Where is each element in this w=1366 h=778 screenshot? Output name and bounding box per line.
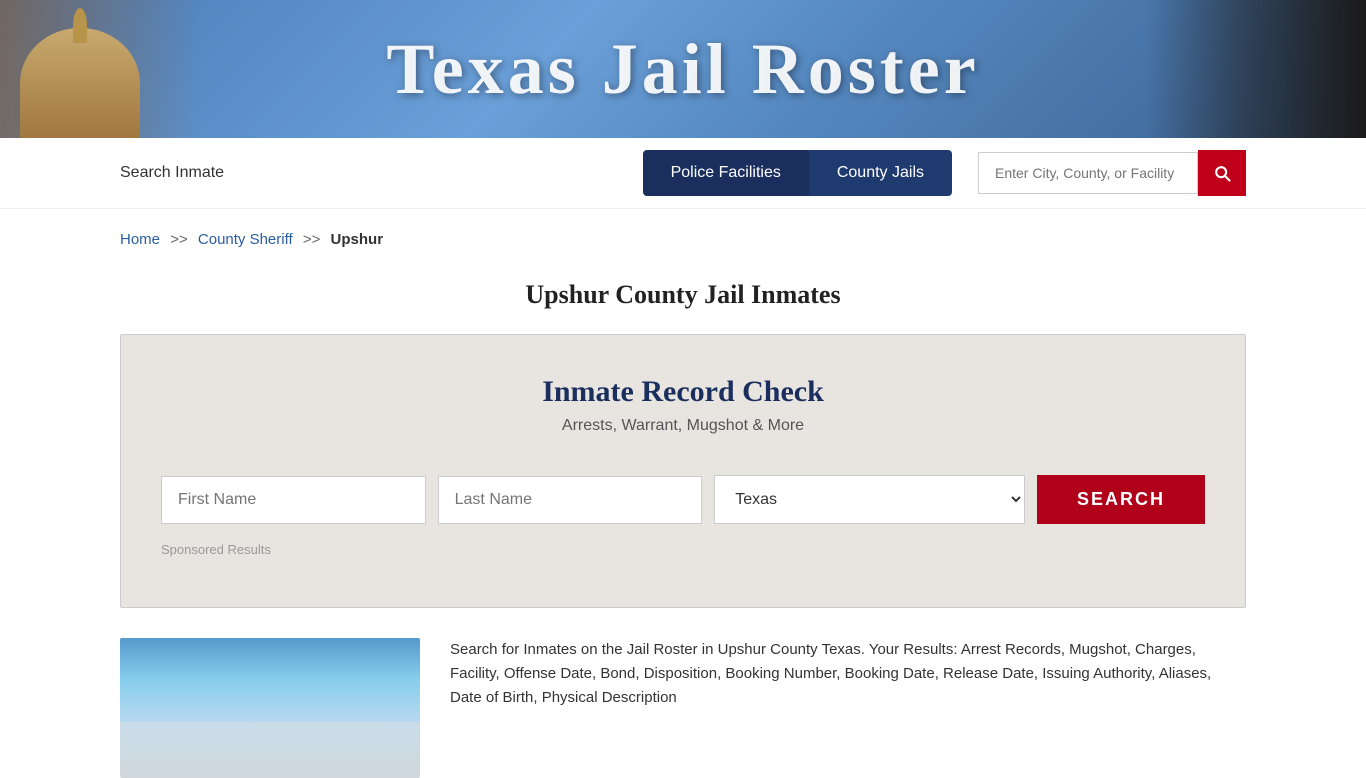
banner-right-decor xyxy=(1146,0,1366,138)
sponsored-results-label: Sponsored Results xyxy=(161,542,1205,557)
facility-search-button[interactable] xyxy=(1198,150,1246,196)
description-text: Search for Inmates on the Jail Roster in… xyxy=(450,638,1246,778)
breadcrumb-sep2: >> xyxy=(303,231,321,248)
location-thumbnail xyxy=(120,638,420,778)
last-name-input[interactable] xyxy=(438,476,703,524)
search-inmate-label: Search Inmate xyxy=(120,164,623,182)
state-select[interactable]: AlabamaAlaskaArizonaArkansasCaliforniaCo… xyxy=(714,475,1025,524)
bottom-section: Search for Inmates on the Jail Roster in… xyxy=(0,638,1366,778)
facility-search-input[interactable] xyxy=(978,152,1198,194)
nav-buttons-group: Police Facilities County Jails xyxy=(643,150,952,196)
banner-left-decor xyxy=(0,0,200,138)
ground-decor xyxy=(120,722,420,778)
breadcrumb: Home >> County Sheriff >> Upshur xyxy=(0,209,1366,270)
site-title: Texas Jail Roster xyxy=(386,28,979,111)
breadcrumb-home-link[interactable]: Home xyxy=(120,231,160,248)
record-check-title: Inmate Record Check xyxy=(161,375,1205,409)
page-title: Upshur County Jail Inmates xyxy=(0,280,1366,310)
search-icon xyxy=(1212,163,1232,183)
police-facilities-button[interactable]: Police Facilities xyxy=(643,150,809,196)
county-jails-button[interactable]: County Jails xyxy=(809,150,952,196)
record-check-box: Inmate Record Check Arrests, Warrant, Mu… xyxy=(120,334,1246,608)
breadcrumb-current: Upshur xyxy=(331,231,384,248)
record-check-subtitle: Arrests, Warrant, Mugshot & More xyxy=(161,417,1205,435)
facility-search-wrap xyxy=(978,150,1246,196)
sky-decor xyxy=(120,638,420,722)
breadcrumb-sep1: >> xyxy=(170,231,188,248)
record-search-button[interactable]: SEARCH xyxy=(1037,475,1205,524)
navbar: Search Inmate Police Facilities County J… xyxy=(0,138,1366,209)
header-banner: Texas Jail Roster xyxy=(0,0,1366,138)
capitol-dome-icon xyxy=(20,28,140,138)
page-title-wrap: Upshur County Jail Inmates xyxy=(0,270,1366,334)
first-name-input[interactable] xyxy=(161,476,426,524)
record-check-form: AlabamaAlaskaArizonaArkansasCaliforniaCo… xyxy=(161,475,1205,524)
breadcrumb-county-sheriff-link[interactable]: County Sheriff xyxy=(198,231,293,248)
